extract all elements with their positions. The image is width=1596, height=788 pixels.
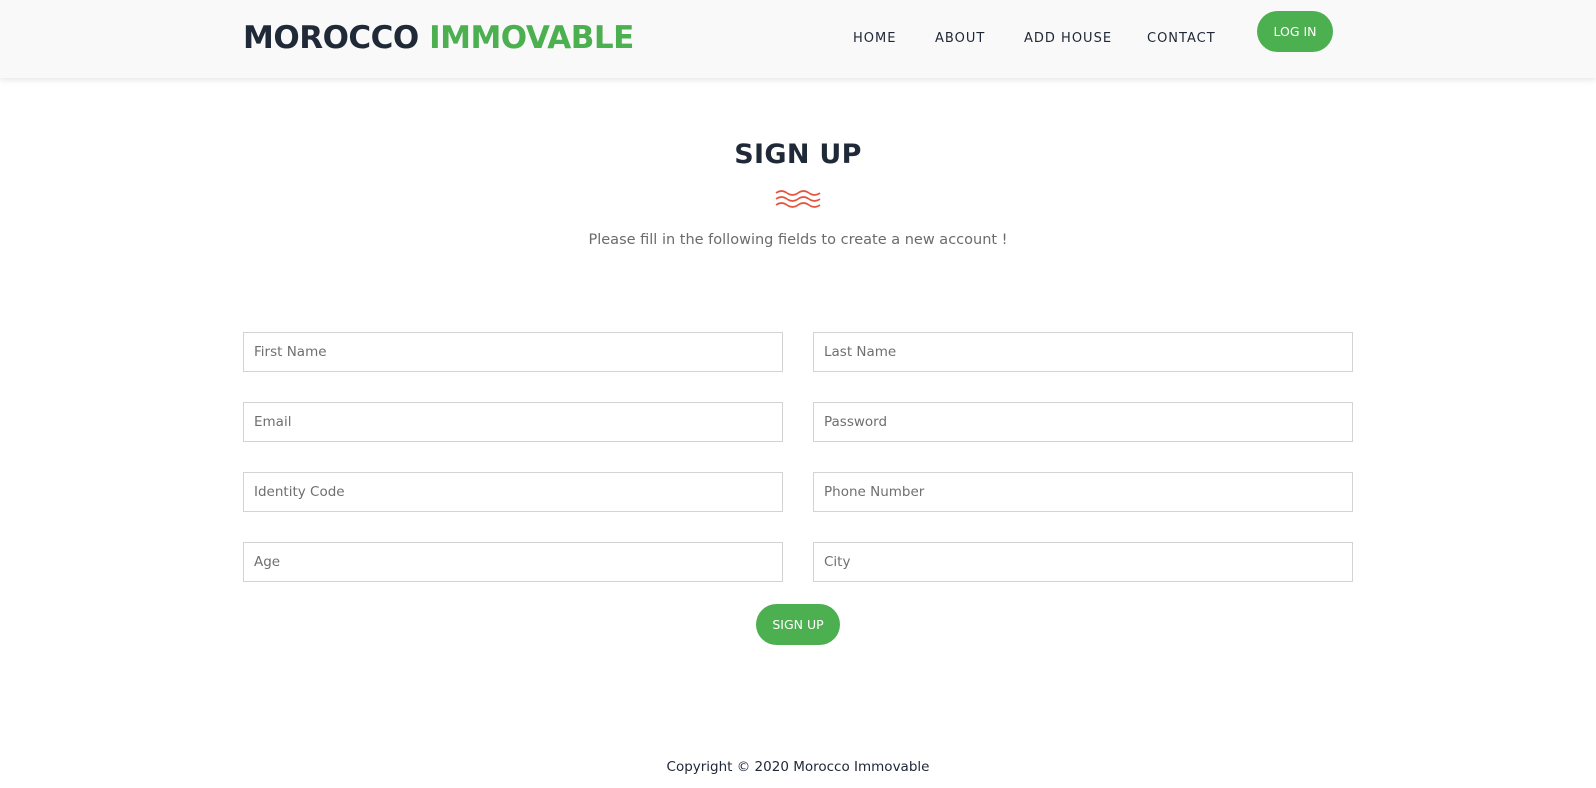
last-name-input[interactable] [813, 332, 1353, 372]
identity-code-input[interactable] [243, 472, 783, 512]
city-input[interactable] [813, 542, 1353, 582]
phone-number-input[interactable] [813, 472, 1353, 512]
login-button[interactable]: LOG IN [1257, 11, 1333, 52]
password-input[interactable] [813, 402, 1353, 442]
nav-home-link[interactable]: HOME [853, 30, 896, 48]
nav-contact-link[interactable]: CONTACT [1147, 30, 1216, 48]
age-input[interactable] [243, 542, 783, 582]
signup-submit-button[interactable]: SIGN UP [756, 604, 840, 645]
first-name-input[interactable] [243, 332, 783, 372]
footer-copyright: Copyright © 2020 Morocco Immovable [666, 759, 930, 775]
nav-about-link[interactable]: ABOUT [935, 30, 985, 48]
page-subtitle: Please fill in the following fields to c… [588, 232, 1008, 248]
email-input[interactable] [243, 402, 783, 442]
nav-add-house-link[interactable]: ADD HOUSE [1024, 30, 1112, 48]
wave-divider-icon [775, 190, 821, 208]
navbar: MOROCCO IMMOVABLE HOME ABOUT ADD HOUSE C… [0, 0, 1596, 78]
page-title: SIGN UP [734, 139, 862, 170]
main-nav: HOME ABOUT ADD HOUSE CONTACT [0, 30, 1596, 50]
